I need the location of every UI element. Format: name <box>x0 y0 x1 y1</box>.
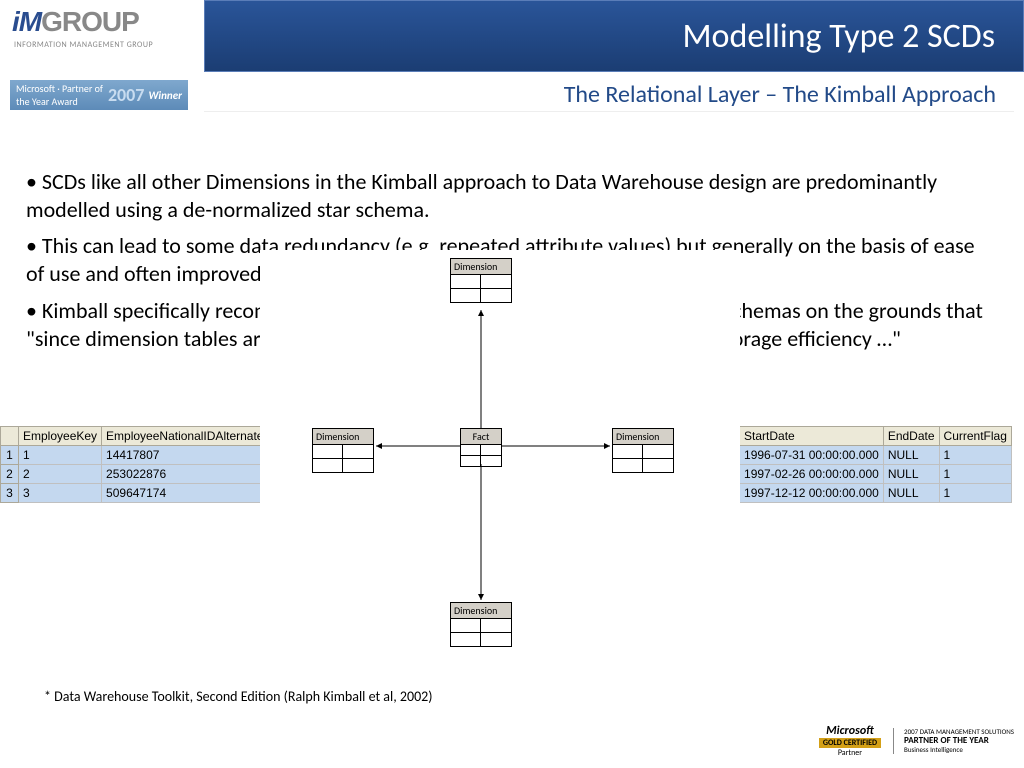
col-blank <box>1 427 19 446</box>
logo-group: GROUP <box>41 6 139 37</box>
logo-subtitle: INFORMATION MANAGEMENT GROUP <box>14 40 153 50</box>
slide-header: iMGROUP INFORMATION MANAGEMENT GROUP Mod… <box>0 0 1024 72</box>
slide-title: Modelling Type 2 SCDs <box>204 0 1024 72</box>
col-nationalid: EmployeeNationalIDAlternate <box>102 427 268 446</box>
badge-text: Microsoft · Partner of the Year Award <box>16 82 108 108</box>
badge-year: 2007 <box>108 84 145 106</box>
dimension-left: Dimension <box>312 428 374 473</box>
logo-im: iM <box>12 6 41 37</box>
logo: iMGROUP <box>12 6 139 38</box>
slide-subtitle: The Relational Layer – The Kimball Appro… <box>204 78 1014 112</box>
col-startdate: StartDate <box>740 427 884 446</box>
col-employeekey: EmployeeKey <box>19 427 102 446</box>
col-enddate: EndDate <box>883 427 939 446</box>
fact-center: Fact <box>460 428 502 467</box>
award-badge: Microsoft · Partner of the Year Award 20… <box>10 80 188 110</box>
footnote: * Data Warehouse Toolkit, Second Edition… <box>44 688 433 705</box>
badge-winner: Winner <box>148 89 182 102</box>
dimension-bottom: Dimension <box>450 602 512 647</box>
partner-of-year-badge: 2007 DATA MANAGEMENT SOLUTIONS PARTNER O… <box>893 728 1014 753</box>
dimension-top: Dimension <box>450 258 512 303</box>
star-schema-diagram: Dimension Dimension Dimension Dimension … <box>260 250 740 670</box>
dimension-right: Dimension <box>612 428 674 473</box>
ms-gold-badge: Microsoft GOLD CERTIFIED Partner <box>819 724 881 758</box>
employee-table-left: EmployeeKey EmployeeNationalIDAlternate … <box>0 426 268 503</box>
col-currentflag: CurrentFlag <box>939 427 1011 446</box>
bullet-1: • SCDs like all other Dimensions in the … <box>26 168 996 224</box>
footer-logos: Microsoft GOLD CERTIFIED Partner 2007 DA… <box>819 724 1014 758</box>
